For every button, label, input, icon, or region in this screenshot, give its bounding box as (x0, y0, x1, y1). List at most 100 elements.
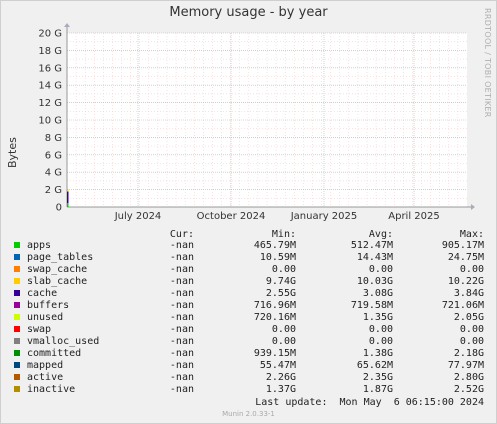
legend-row-inactive: inactive -nan 1.37G 1.87G 2.52G (0, 384, 497, 396)
legend-cur: -nan (169, 360, 194, 371)
legend-max: 0.00 (459, 336, 484, 347)
legend-row-page-tables: page_tables -nan 10.59M 14.43M 24.75M (0, 252, 497, 264)
legend-row-active: active -nan 2.26G 2.35G 2.80G (0, 372, 497, 384)
y-tick-label: 4 G (45, 168, 62, 179)
x-tick-label: January 2025 (290, 211, 358, 222)
legend-max: 77.97M (447, 360, 484, 371)
legend-row-unused: unused -nan 720.16M 1.35G 2.05G (0, 312, 497, 324)
legend-avg: 0.00 (368, 336, 393, 347)
legend-cur: -nan (169, 312, 194, 323)
last-update: Last update: Mon May 6 06:15:00 2024 (255, 397, 484, 408)
y-axis-arrow (64, 23, 70, 27)
legend-row-cache: cache -nan 2.55G 3.08G 3.84G (0, 288, 497, 300)
legend-max: 2.80G (453, 372, 484, 383)
y-tick-label: 20 G (38, 29, 62, 40)
legend-min: 0.00 (271, 336, 296, 347)
legend-row-slab-cache: slab_cache -nan 9.74G 10.03G 10.22G (0, 276, 497, 288)
legend-avg: 512.47M (350, 240, 393, 251)
legend-avg: 14.43M (356, 252, 393, 263)
x-tick-label: October 2024 (197, 211, 266, 222)
legend-min: 720.16M (253, 312, 296, 323)
legend-avg: 1.87G (362, 384, 393, 395)
legend-avg: 1.38G (362, 348, 393, 359)
legend-max: 2.05G (453, 312, 484, 323)
legend-max: 905.17M (441, 240, 484, 251)
legend-swatch (14, 338, 20, 344)
legend-header-cur: Cur: (169, 229, 194, 240)
legend-name: swap_cache (27, 264, 88, 275)
legend-max: 721.06M (441, 300, 484, 311)
legend-max: 10.22G (447, 276, 484, 287)
legend-max: 3.84G (453, 288, 484, 299)
legend-min: 9.74G (265, 276, 296, 287)
legend-min: 10.59M (259, 252, 296, 263)
legend-name: vmalloc_used (27, 336, 100, 347)
legend-avg: 0.00 (368, 264, 393, 275)
legend-avg: 3.08G (362, 288, 393, 299)
legend-cur: -nan (169, 372, 194, 383)
legend-name: mapped (27, 360, 64, 371)
y-tick-label: 14 G (38, 81, 62, 92)
y-tick-label: 6 G (45, 150, 62, 161)
munin-version-footer: Munin 2.0.33-1 (222, 410, 275, 418)
legend-cur: -nan (169, 240, 194, 251)
legend-cur: -nan (169, 264, 194, 275)
legend-min: 55.47M (259, 360, 296, 371)
legend-max: 2.18G (453, 348, 484, 359)
legend-name: cache (27, 288, 58, 299)
y-tick-label: 10 G (38, 116, 62, 127)
legend-avg: 2.35G (362, 372, 393, 383)
y-tick-label: 0 (56, 203, 62, 214)
legend-row-apps: apps -nan 465.79M 512.47M 905.17M (0, 240, 497, 252)
legend-avg: 1.35G (362, 312, 393, 323)
legend-name: apps (27, 240, 52, 251)
legend-name: swap (27, 324, 52, 335)
legend-row-committed: committed -nan 939.15M 1.38G 2.18G (0, 348, 497, 360)
legend-header-avg: Avg: (368, 229, 393, 240)
legend-header-max: Max: (459, 229, 484, 240)
legend-name: committed (27, 348, 82, 359)
legend-swatch (14, 386, 20, 392)
y-tick-label: 18 G (38, 46, 62, 57)
legend-name: inactive (27, 384, 76, 395)
legend-swatch (14, 254, 20, 260)
legend-name: buffers (27, 300, 70, 311)
legend-swatch (14, 266, 20, 272)
legend-min: 1.37G (265, 384, 296, 395)
legend-max: 0.00 (459, 324, 484, 335)
legend-name: slab_cache (27, 276, 88, 287)
legend-cur: -nan (169, 300, 194, 311)
legend-swatch (14, 326, 20, 332)
legend-min: 0.00 (271, 264, 296, 275)
legend-row-vmalloc-used: vmalloc_used -nan 0.00 0.00 0.00 (0, 336, 497, 348)
legend-min: 716.96M (253, 300, 296, 311)
legend-row-swap: swap -nan 0.00 0.00 0.00 (0, 324, 497, 336)
legend-avg: 10.03G (356, 276, 393, 287)
legend-max: 0.00 (459, 264, 484, 275)
x-tick-label: July 2024 (114, 211, 162, 222)
y-tick-label: 2 G (45, 185, 62, 196)
legend-min: 2.26G (265, 372, 296, 383)
legend-swatch (14, 278, 20, 284)
series-stub-slab-cache (67, 189, 69, 192)
legend-max: 24.75M (447, 252, 484, 263)
x-axis-arrow (471, 204, 475, 210)
legend-row-swap-cache: swap_cache -nan 0.00 0.00 0.00 (0, 264, 497, 276)
legend-name: unused (27, 312, 64, 323)
legend-avg: 0.00 (368, 324, 393, 335)
legend-cur: -nan (169, 384, 194, 395)
legend-cur: -nan (169, 324, 194, 335)
legend-swatch (14, 242, 20, 248)
legend-row-mapped: mapped -nan 55.47M 65.62M 77.97M (0, 360, 497, 372)
legend-swatch (14, 374, 20, 380)
legend-swatch (14, 350, 20, 356)
legend-min: 465.79M (253, 240, 296, 251)
legend-cur: -nan (169, 276, 194, 287)
legend-cur: -nan (169, 336, 194, 347)
legend-min: 0.00 (271, 324, 296, 335)
legend-swatch (14, 302, 20, 308)
x-tick-label: April 2025 (388, 211, 439, 222)
legend-min: 939.15M (253, 348, 296, 359)
legend-name: active (27, 372, 64, 383)
legend-swatch (14, 290, 20, 296)
